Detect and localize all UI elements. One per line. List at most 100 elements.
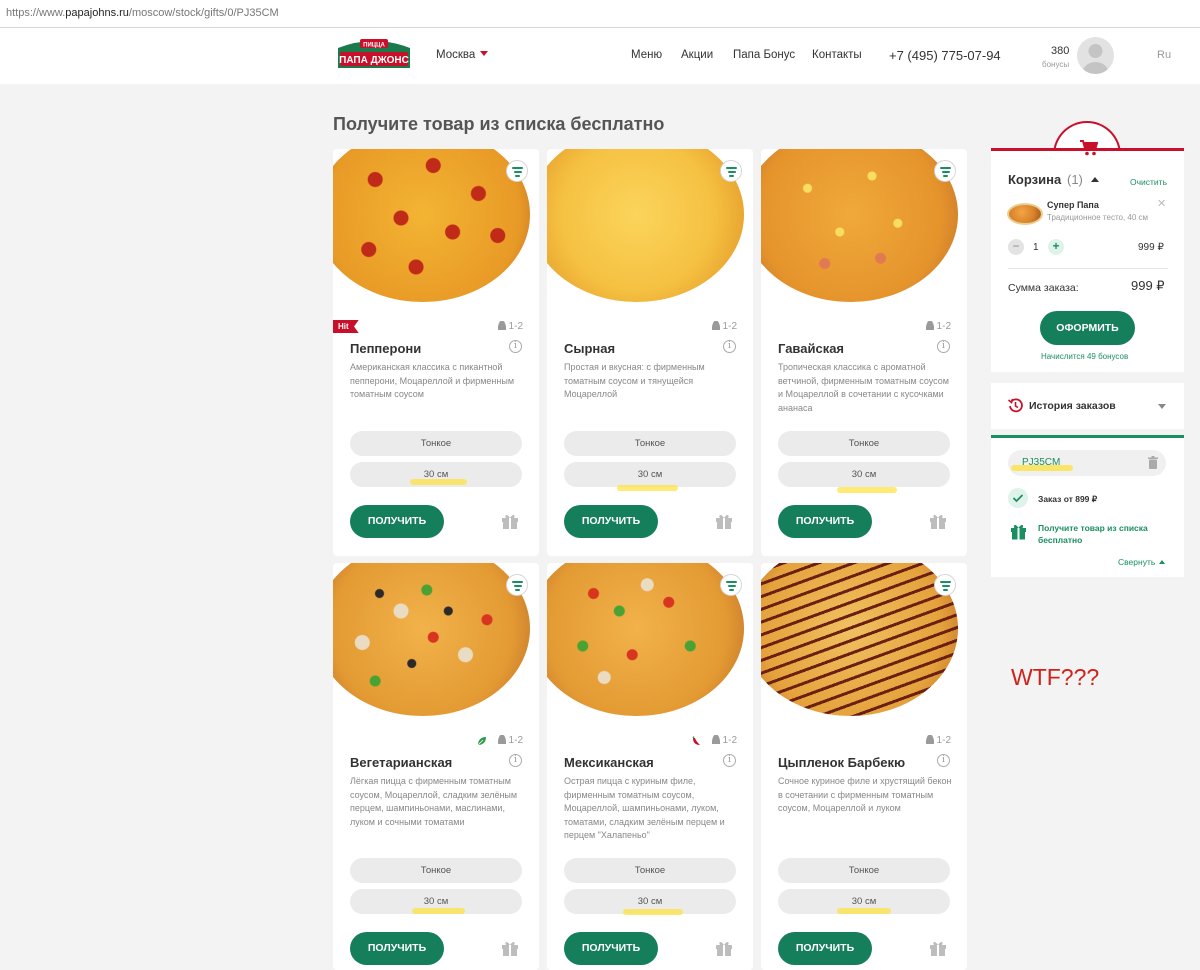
caret-down-icon	[480, 51, 489, 56]
site-header: ПИЦЦА ПАПА ДЖОНС Москва Меню Акции Папа …	[0, 28, 1200, 84]
highlight-mark	[617, 485, 678, 491]
user-avatar[interactable]	[1077, 37, 1114, 74]
nav-contacts[interactable]: Контакты	[812, 49, 862, 61]
phone-number[interactable]: +7 (495) 775-07-94	[889, 48, 1001, 63]
dough-option[interactable]: Тонкое	[778, 431, 950, 456]
persons-count: 1-2	[497, 321, 523, 332]
svg-text:ПАПА ДЖОНС: ПАПА ДЖОНС	[339, 55, 409, 66]
city-label: Москва	[436, 49, 476, 61]
person-icon	[925, 735, 934, 744]
dough-option[interactable]: Тонкое	[564, 431, 736, 456]
size-option[interactable]: 30 см	[564, 462, 736, 487]
dough-option[interactable]: Тонкое	[778, 858, 950, 883]
nav-promotions[interactable]: Акции	[681, 49, 713, 61]
dough-option[interactable]: Тонкое	[564, 858, 736, 883]
bonus-label: бонусы	[1042, 60, 1070, 69]
dough-option[interactable]: Тонкое	[350, 858, 522, 883]
filter-icon[interactable]	[720, 574, 742, 596]
get-button[interactable]: ПОЛУЧИТЬ	[778, 932, 872, 965]
checkout-button[interactable]: ОФОРМИТЬ	[1040, 311, 1135, 345]
person-icon	[497, 321, 506, 330]
trash-icon[interactable]	[1148, 456, 1158, 469]
info-icon[interactable]: i	[937, 754, 950, 767]
promo-message-link[interactable]: Получите товар из списка бесплатно	[1038, 523, 1174, 546]
order-sum-value: 999 ₽	[1131, 278, 1165, 293]
pizza-image[interactable]	[547, 563, 744, 716]
city-selector[interactable]: Москва	[436, 49, 489, 61]
get-button[interactable]: ПОЛУЧИТЬ	[564, 932, 658, 965]
get-button[interactable]: ПОЛУЧИТЬ	[564, 505, 658, 538]
pizza-image[interactable]	[761, 563, 958, 716]
gift-icon[interactable]	[715, 512, 733, 530]
product-card: 1-2 Гавайская i Тропическая классика с а…	[761, 149, 967, 556]
gift-icon[interactable]	[929, 512, 947, 530]
get-button[interactable]: ПОЛУЧИТЬ	[778, 505, 872, 538]
cart-panel: Корзина (1) Очистить Супер Папа Традицио…	[991, 140, 1184, 372]
check-icon	[1008, 488, 1028, 508]
promo-condition: Заказ от 899 ₽	[1038, 494, 1098, 504]
pizza-image[interactable]	[761, 149, 958, 302]
info-icon[interactable]: i	[509, 340, 522, 353]
cart-title: Корзина	[1008, 172, 1062, 187]
gift-icon[interactable]	[501, 512, 519, 530]
highlight-mark	[623, 909, 683, 915]
collapse-link[interactable]: Свернуть	[1118, 557, 1166, 567]
product-card: 1-2 Цыпленок Барбекю i Сочное куриное фи…	[761, 563, 967, 970]
person-icon	[711, 321, 720, 330]
product-description: Американская классика с пикантной пеппер…	[350, 362, 515, 399]
persons-count: 1-2	[925, 735, 951, 746]
url-domain: papajohns.ru	[65, 7, 129, 19]
cart-item-image	[1007, 203, 1043, 225]
filter-icon[interactable]	[720, 160, 742, 182]
caret-up-icon[interactable]	[1091, 177, 1099, 182]
chevron-down-icon	[1158, 404, 1166, 409]
history-icon	[1008, 398, 1023, 413]
cart-icon[interactable]	[1080, 140, 1098, 156]
filter-icon[interactable]	[506, 574, 528, 596]
info-icon[interactable]: i	[723, 340, 736, 353]
info-icon[interactable]: i	[723, 754, 736, 767]
svg-text:ПИЦЦА: ПИЦЦА	[363, 43, 385, 49]
remove-item-icon[interactable]: ✕	[1157, 197, 1166, 210]
promo-code-field[interactable]: PJ35CM	[1008, 450, 1166, 476]
quantity-minus-button[interactable]: −	[1008, 239, 1024, 255]
order-history-label: История заказов	[1029, 400, 1116, 412]
gift-icon[interactable]	[715, 939, 733, 957]
nav-menu[interactable]: Меню	[631, 49, 662, 61]
info-icon[interactable]: i	[509, 754, 522, 767]
order-history[interactable]: История заказов	[991, 383, 1184, 429]
persons-count: 1-2	[711, 321, 737, 332]
nav-papa-bonus[interactable]: Папа Бонус	[733, 49, 795, 61]
product-title: Мексиканская	[564, 755, 654, 770]
size-option[interactable]: 30 см	[778, 462, 950, 487]
product-card: 1-2 Сырная i Простая и вкусная: с фирмен…	[547, 149, 753, 556]
highlight-mark	[837, 908, 891, 914]
filter-icon[interactable]	[934, 574, 956, 596]
papa-johns-logo[interactable]: ПИЦЦА ПАПА ДЖОНС	[336, 38, 412, 72]
dough-option[interactable]: Тонкое	[350, 431, 522, 456]
gift-icon[interactable]	[501, 939, 519, 957]
persons-count: 1-2	[711, 735, 737, 746]
filter-icon[interactable]	[506, 160, 528, 182]
get-button[interactable]: ПОЛУЧИТЬ	[350, 932, 444, 965]
divider	[1008, 268, 1168, 269]
product-description: Тропическая классика с ароматной ветчино…	[778, 362, 949, 413]
page-title: Получите товар из списка бесплатно	[333, 114, 665, 134]
filter-icon[interactable]	[934, 160, 956, 182]
person-icon	[711, 735, 720, 744]
product-description: Лёгкая пицца с фирменным томатным соусом…	[350, 776, 518, 827]
pizza-image[interactable]	[547, 149, 744, 302]
get-button[interactable]: ПОЛУЧИТЬ	[350, 505, 444, 538]
persons-count: 1-2	[925, 321, 951, 332]
clear-cart-link[interactable]: Очистить	[1130, 177, 1167, 187]
language-switch[interactable]: Ru	[1157, 49, 1171, 61]
product-title: Сырная	[564, 341, 616, 356]
promo-panel: PJ35CM Заказ от 899 ₽ Получите товар из …	[991, 435, 1184, 577]
info-icon[interactable]: i	[937, 340, 950, 353]
gift-icon[interactable]	[929, 939, 947, 957]
address-bar[interactable]: https://www.papajohns.ru/moscow/stock/gi…	[0, 0, 1200, 28]
bonus-count: 380	[1051, 45, 1070, 57]
quantity-plus-button[interactable]: +	[1048, 239, 1064, 255]
pizza-image[interactable]	[333, 149, 530, 302]
pizza-image[interactable]	[333, 563, 530, 716]
